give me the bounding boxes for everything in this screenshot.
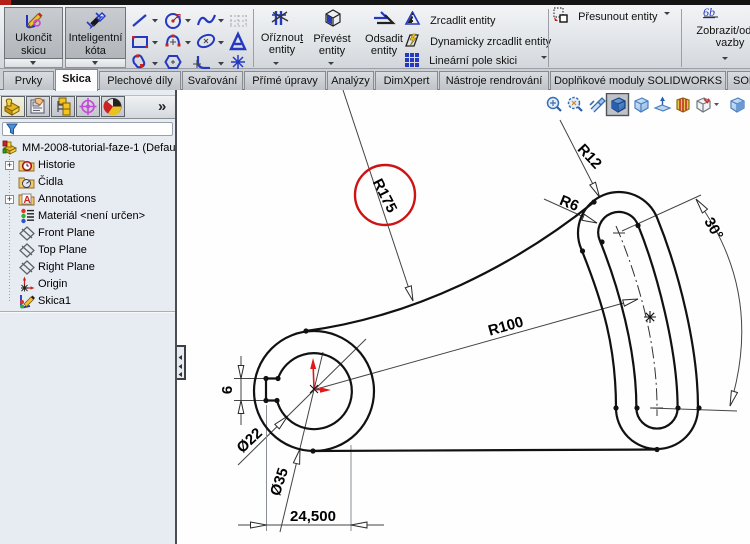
svg-text:6: 6 [219,386,236,394]
svg-text:Ø22: Ø22 [233,425,265,457]
svg-text:R6: R6 [557,192,581,215]
svg-text:24,500: 24,500 [290,508,336,525]
svg-text:A: A [24,195,31,206]
svg-text:Ø35: Ø35 [267,466,292,498]
svg-text:30°: 30° [700,215,726,243]
svg-text:R175: R175 [369,176,400,216]
svg-text:R12: R12 [574,141,605,173]
